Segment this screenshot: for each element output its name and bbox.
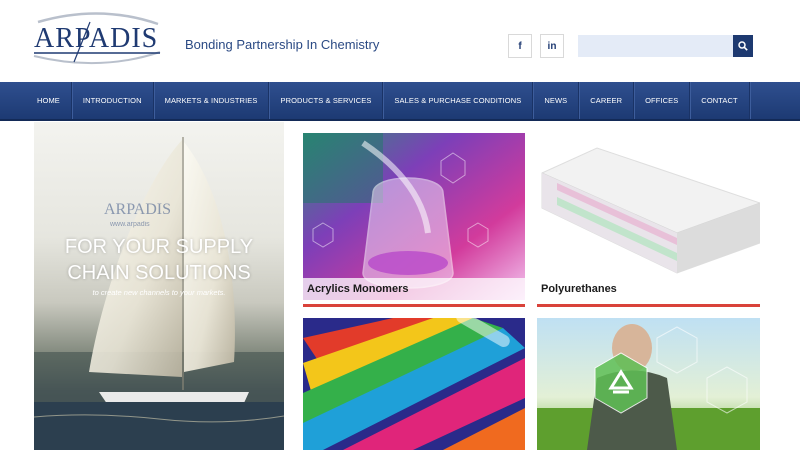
- arpadis-logo[interactable]: ARPADIS: [30, 10, 165, 70]
- tile-title-polyurethanes: Polyurethanes: [537, 278, 760, 300]
- svg-text:ARPADIS: ARPADIS: [34, 23, 158, 54]
- hero-subline: to create new channels to your markets.: [92, 288, 226, 297]
- search-button[interactable]: [733, 35, 753, 57]
- nav-item-sales-purchase-conditions[interactable]: SALES & PURCHASE CONDITIONS: [383, 82, 534, 119]
- linkedin-icon[interactable]: in: [540, 34, 564, 58]
- tile-acrylics-monomers[interactable]: Acrylics Monomers: [303, 133, 525, 300]
- tile-accent-bar: [537, 304, 760, 307]
- nav-item-career[interactable]: CAREER: [579, 82, 635, 119]
- sail-logo-text: ARPADIS: [104, 201, 171, 218]
- tile-accent-bar: [303, 304, 525, 307]
- hero-banner[interactable]: ARPADIS www.arpadis FOR YOUR SUPPLY CHAI…: [34, 122, 284, 450]
- tile-sustainability[interactable]: [537, 318, 760, 450]
- site-tagline: Bonding Partnership In Chemistry: [185, 37, 380, 52]
- search-icon: [738, 41, 748, 51]
- tile-polyurethanes[interactable]: Polyurethanes: [537, 133, 760, 300]
- nav-item-home[interactable]: HOME: [26, 82, 72, 119]
- nav-item-products-services[interactable]: PRODUCTS & SERVICES: [269, 82, 384, 119]
- pigments-image: [303, 318, 525, 450]
- hero-headline: FOR YOUR SUPPLY CHAIN SOLUTIONS: [34, 234, 284, 286]
- nav-item-introduction[interactable]: INTRODUCTION: [72, 82, 154, 119]
- nav-item-news[interactable]: NEWS: [533, 82, 580, 119]
- tile-title-acrylics-monomers: Acrylics Monomers: [303, 278, 525, 300]
- acrylics-image: [303, 133, 525, 300]
- nav-item-contact[interactable]: CONTACT: [690, 82, 750, 119]
- search-input[interactable]: [578, 35, 733, 57]
- recycle-image: [537, 318, 760, 450]
- tile-pigments[interactable]: [303, 318, 525, 450]
- hero-headline-line2: CHAIN SOLUTIONS: [67, 262, 251, 284]
- nav-item-markets-industries[interactable]: MARKETS & INDUSTRIES: [154, 82, 270, 119]
- sail-url-text: www.arpadis: [109, 221, 150, 228]
- facebook-icon[interactable]: f: [508, 34, 532, 58]
- hero-headline-line1: FOR YOUR SUPPLY: [64, 236, 254, 258]
- nav-item-offices[interactable]: OFFICES: [634, 82, 691, 119]
- main-navigation: HOME INTRODUCTION MARKETS & INDUSTRIES P…: [0, 82, 800, 121]
- site-header: ARPADIS Bonding Partnership In Chemistry…: [0, 0, 800, 82]
- mattress-image: [537, 133, 760, 300]
- sailboat-image: ARPADIS www.arpadis: [34, 137, 284, 450]
